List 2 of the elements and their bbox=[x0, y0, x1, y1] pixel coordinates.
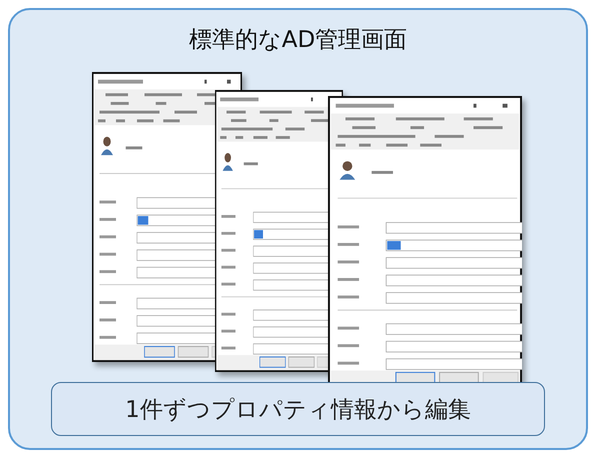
caption-banner: 1件ずつプロパティ情報から編集 bbox=[51, 382, 545, 436]
slide-title: 標準的なAD管理画面 bbox=[188, 26, 408, 55]
